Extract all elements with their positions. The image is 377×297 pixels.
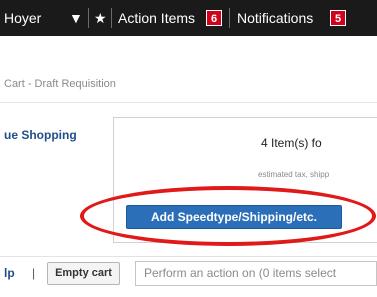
divider [0, 102, 377, 103]
continue-shopping-link[interactable]: ue Shopping [4, 128, 77, 142]
user-menu-name[interactable]: Hoyer [4, 0, 41, 36]
cart-action-select[interactable]: Perform an action on (0 items select [135, 261, 377, 286]
star-icon[interactable]: ★ [94, 0, 107, 36]
breadcrumb: Cart - Draft Requisition [4, 78, 116, 90]
action-items-count-badge: 6 [206, 10, 223, 26]
divider [0, 256, 377, 257]
notifications-link[interactable]: Notifications [237, 0, 313, 36]
top-nav-bar: Hoyer ▼ ★ Action Items 6 Notifications 5 [0, 0, 377, 36]
chevron-down-icon[interactable]: ▼ [69, 0, 83, 36]
empty-cart-button[interactable]: Empty cart [47, 262, 120, 285]
nav-divider [111, 8, 112, 28]
estimate-note: estimated tax, shipp [258, 170, 330, 179]
cart-item-count: 4 Item(s) fo [261, 136, 322, 150]
annotation-highlight-ellipse [80, 186, 376, 246]
help-link[interactable]: lp [4, 266, 15, 280]
link-separator: | [32, 266, 36, 280]
nav-divider [229, 8, 230, 28]
nav-divider [88, 8, 89, 28]
notifications-count-badge: 5 [330, 10, 347, 26]
action-items-link[interactable]: Action Items [118, 0, 195, 36]
